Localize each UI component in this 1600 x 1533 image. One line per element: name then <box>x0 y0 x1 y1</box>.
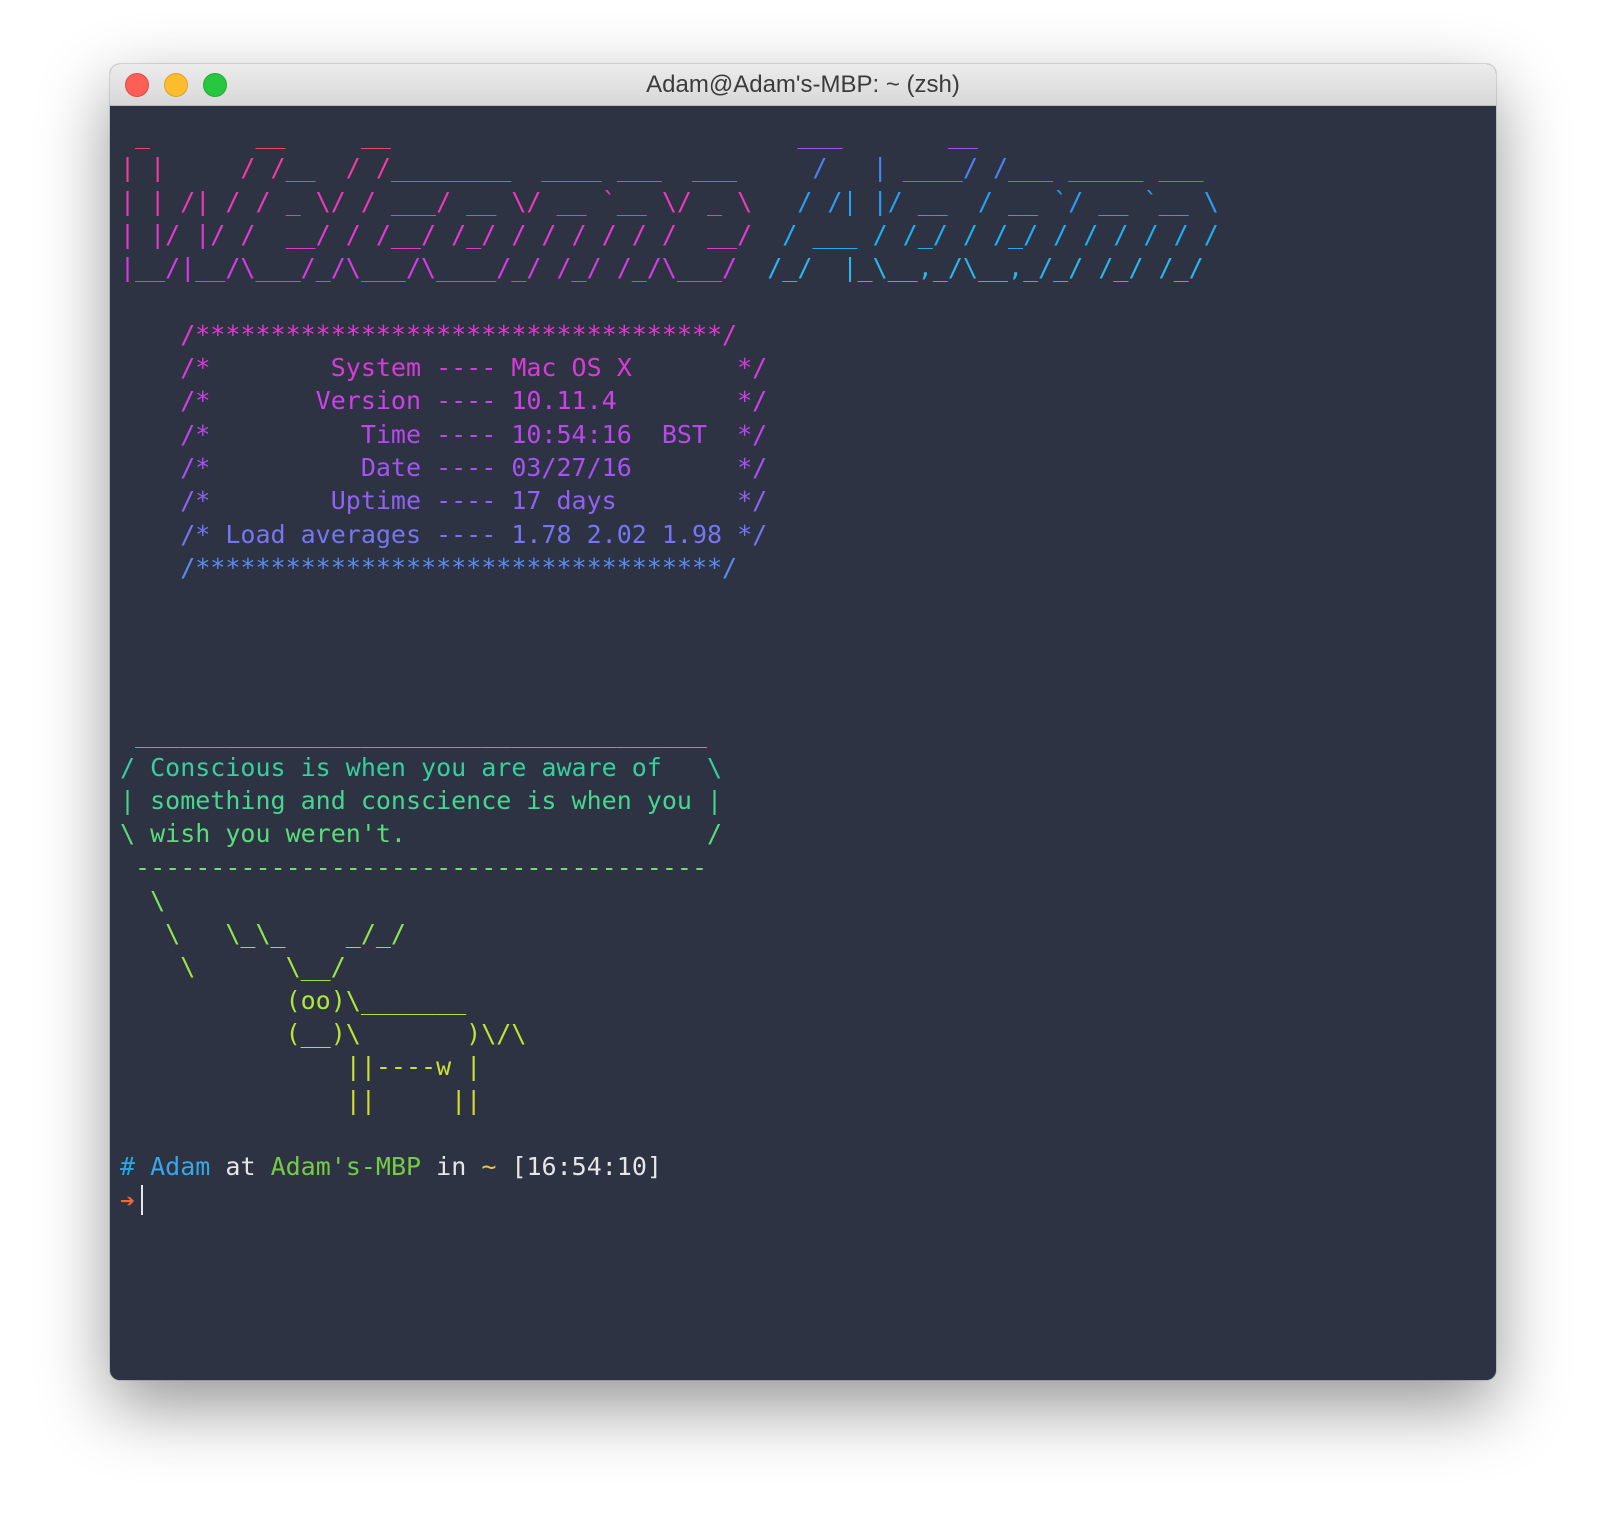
fortune-line: -------------------------------------- <box>120 852 707 882</box>
text-cursor[interactable] <box>141 1184 144 1215</box>
sysinfo-line: /* System ---- Mac OS X */ <box>120 353 768 383</box>
banner-line: | | /| / / _ \/ / ___/ __ \/ __ `__ \/ _… <box>120 185 1496 218</box>
fortune-line: \ wish you weren't. / <box>120 819 723 849</box>
banner-segment: / ___ / /_/ / /_/ / / / / / / <box>752 219 1219 249</box>
fortune-line: (oo)\_______ <box>120 985 467 1015</box>
title-bar[interactable]: Adam@Adam's-MBP: ~ (zsh) <box>110 64 1496 106</box>
sysinfo-line: /* Date ---- 03/27/16 */ <box>120 452 768 482</box>
prompt-info-line: # Adam at Adam's-MBP in ~ [16:54:10] <box>120 1150 1496 1183</box>
prompt-user: Adam <box>150 1152 211 1182</box>
fortune-line: ||----w | <box>120 1052 482 1082</box>
banner-segment: |__/|__/\___/_/\___/\____/_/ /_/ /_/\___… <box>120 253 738 283</box>
banner-segment: _ __ __ <box>120 120 391 149</box>
sysinfo-line: /***********************************/ <box>120 319 738 349</box>
sysinfo-line: /* Time ---- 10:54:16 BST */ <box>120 419 768 449</box>
terminal-content[interactable]: _ __ __ ___ __ | | / /__ / /________ ____… <box>110 106 1496 1380</box>
fortune-line: \ \_\_ _/_/ <box>120 919 406 949</box>
sysinfo-line: /* Uptime ---- 17 days */ <box>120 486 768 516</box>
window-title: Adam@Adam's-MBP: ~ (zsh) <box>646 71 960 98</box>
banner-line: | |/ |/ / __/ / /__/ /_/ / / / / / / __/… <box>120 218 1496 251</box>
fortune-line: (__)\ )\/\ <box>120 1019 527 1049</box>
prompt-arrow-icon: ➔ <box>120 1185 136 1215</box>
terminal-window: Adam@Adam's-MBP: ~ (zsh) _ __ __ ___ __ |… <box>110 64 1496 1380</box>
prompt-hash: # <box>120 1152 136 1182</box>
fortune-line: \ <box>120 885 166 915</box>
sysinfo-line: /* Version ---- 10.11.4 */ <box>120 386 768 416</box>
prompt-input-line[interactable]: ➔ <box>120 1184 1496 1217</box>
sysinfo-line: /***********************************/ <box>120 552 738 582</box>
prompt-dir: ~ <box>481 1152 497 1182</box>
fortune-line: | something and conscience is when you | <box>120 785 723 815</box>
system-info-box: /***********************************/ /*… <box>120 318 1496 584</box>
prompt-time: [16:54:10] <box>511 1152 662 1182</box>
banner-line: |__/|__/\___/_/\___/\____/_/ /_/ /_/\___… <box>120 251 1496 284</box>
sysinfo-line: /* Load averages ---- 1.78 2.02 1.98 */ <box>120 519 768 549</box>
banner-segment: | |/ |/ / __/ / /__/ /_/ / / / / / / __/ <box>120 219 753 249</box>
banner-segment: | | /| / / _ \/ / ___/ __ \/ __ `__ \/ _… <box>120 186 753 216</box>
fortune-line: ______________________________________ <box>120 719 707 749</box>
fortune-line: / Conscious is when you are aware of \ <box>120 752 723 782</box>
fortune-line: \ \__/ <box>120 952 346 982</box>
prompt-at: at <box>225 1152 256 1182</box>
banner-segment: /_/ |_\__,_/\__,_/_/ /_/ /_/ <box>737 253 1204 283</box>
welcome-banner: _ __ __ ___ __ | | / /__ / /________ ____… <box>120 118 1496 284</box>
banner-line: _ __ __ ___ __ <box>120 118 1496 151</box>
cowsay-fortune: ______________________________________ / … <box>120 717 1496 1117</box>
prompt-in: in <box>436 1152 467 1182</box>
fortune-line: || || <box>120 1085 482 1115</box>
banner-segment: / | ____/ /___ _____ ___ <box>737 153 1204 183</box>
banner-segment: | | / /__ / /________ ____ ___ ___ <box>120 153 738 183</box>
banner-line: | | / /__ / /________ ____ ___ ___ / | _… <box>120 151 1496 184</box>
banner-segment: ___ __ <box>390 120 978 149</box>
banner-segment: / /| |/ __ / __ `/ __ `__ \ <box>752 186 1219 216</box>
prompt-host: Adam's-MBP <box>270 1152 422 1182</box>
